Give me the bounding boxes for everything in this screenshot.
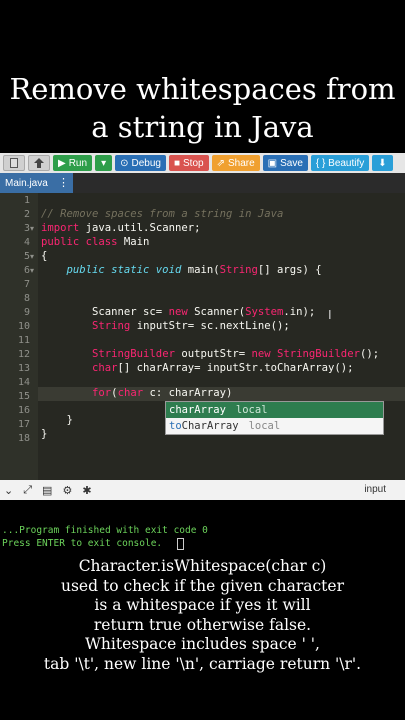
debug-icon: ⊙ xyxy=(120,157,129,169)
code-line-6: public static void main(String[] args) { xyxy=(66,264,322,276)
line-number: 1 xyxy=(23,195,30,206)
upload-icon[interactable] xyxy=(28,155,50,171)
fold-arrow-icon[interactable]: ▾ xyxy=(30,266,34,275)
stop-icon: ■ xyxy=(173,157,180,169)
tab-main-java[interactable]: Main.java ⋮ xyxy=(0,173,73,193)
bug-icon[interactable]: ✱ xyxy=(82,484,91,497)
line-number: 3 xyxy=(23,223,30,234)
share-icon: ⇗ xyxy=(216,157,225,169)
console-line: Press ENTER to exit console. xyxy=(2,538,163,549)
console-output[interactable]: ...Program finished with exit code 0 Pre… xyxy=(0,500,405,555)
fold-arrow-icon[interactable]: ▾ xyxy=(30,252,34,261)
title-line-2: a string in Java xyxy=(91,110,314,144)
fold-arrow-icon[interactable]: ▾ xyxy=(30,224,34,233)
run-label: Run xyxy=(68,157,88,169)
run-options-button[interactable]: ▾ xyxy=(95,155,113,171)
explanation-line: Character.isWhitespace(char c) xyxy=(78,557,327,575)
download-button[interactable]: ⬇ xyxy=(372,155,393,171)
debug-button[interactable]: ⊙ Debug xyxy=(115,155,166,171)
line-number: 15 xyxy=(17,391,30,402)
clear-console-icon[interactable]: ▤ xyxy=(42,484,52,497)
line-number: 16 xyxy=(17,405,30,416)
code-line-18: } xyxy=(41,428,48,440)
code-line-12: StringBuilder outputStr= new StringBuild… xyxy=(92,348,380,360)
file-tab-bar: Main.java ⋮ xyxy=(0,173,405,193)
beautify-button[interactable]: { } Beautify xyxy=(310,155,370,171)
code-line-5: { xyxy=(41,250,48,262)
line-number: 17 xyxy=(17,419,30,430)
line-number: 10 xyxy=(17,321,30,332)
console-cursor xyxy=(177,538,184,550)
tab-filename: Main.java xyxy=(5,177,48,189)
play-icon: ▶ xyxy=(58,157,66,169)
line-number: 6 xyxy=(23,265,30,276)
explanation-text: Character.isWhitespace(char c) used to c… xyxy=(0,557,405,674)
stop-button[interactable]: ■ Stop xyxy=(168,155,209,171)
explanation-line: return true otherwise false. xyxy=(93,615,312,634)
autocomplete-popup[interactable]: charArray local to CharArray local xyxy=(165,401,384,435)
save-label: Save xyxy=(280,157,303,169)
output-toolbar: ⌄ ⤢ ▤ ⚙ ✱ input xyxy=(0,480,405,500)
gear-icon[interactable]: ⚙ xyxy=(62,484,72,497)
autocomplete-item[interactable]: to CharArray local xyxy=(166,418,383,434)
line-number: 7 xyxy=(23,279,30,290)
text-cursor-icon: I xyxy=(328,307,332,322)
autocomplete-meta: local xyxy=(248,420,281,432)
code-line-3: import java.util.Scanner; xyxy=(41,222,201,234)
share-label: Share xyxy=(227,157,255,169)
new-file-icon[interactable] xyxy=(3,155,25,171)
share-button[interactable]: ⇗ Share xyxy=(211,155,260,171)
line-number: 13 xyxy=(17,363,30,374)
save-icon: ▣ xyxy=(267,157,278,169)
code-line-4: public class Main xyxy=(41,236,150,248)
download-icon: ⬇ xyxy=(378,157,387,169)
debug-label: Debug xyxy=(131,157,161,169)
chevron-down-icon[interactable]: ⌄ xyxy=(4,484,13,497)
line-number: 18 xyxy=(17,433,30,444)
video-title: Remove whitespaces from a string in Java xyxy=(0,70,405,146)
code-line-13: char[] charArray= inputStr.toCharArray()… xyxy=(92,362,354,374)
code-line-2: // Remove spaces from a string in Java xyxy=(41,208,284,220)
code-line-9: Scanner sc= new Scanner(System.in); xyxy=(41,306,316,318)
line-number: 14 xyxy=(17,377,30,388)
explanation-line: Whitespace includes space ' ', xyxy=(85,635,320,653)
explanation-line: used to check if the given character xyxy=(61,576,344,595)
code-editor[interactable]: 1 2 3 4 5 6 7 8 9 10 11 12 13 14 15 16 1… xyxy=(0,193,405,480)
line-number: 12 xyxy=(17,349,30,360)
run-button[interactable]: ▶ Run xyxy=(53,155,93,171)
input-label[interactable]: input xyxy=(364,484,386,495)
kebab-menu-icon[interactable]: ⋮ xyxy=(58,176,69,189)
autocomplete-meta: local xyxy=(235,404,268,416)
line-number-gutter: 1 2 3 4 5 6 7 8 9 10 11 12 13 14 15 16 1… xyxy=(0,193,38,480)
line-number: 4 xyxy=(23,237,30,248)
stop-label: Stop xyxy=(183,157,204,169)
code-line-15: for(char c: charArray) xyxy=(92,387,233,399)
console-line: ...Program finished with exit code 0 xyxy=(2,525,208,536)
line-number: 9 xyxy=(23,307,30,318)
chevron-down-icon: ▾ xyxy=(101,157,107,169)
title-line-1: Remove whitespaces from xyxy=(9,72,396,106)
line-number: 5 xyxy=(23,251,30,262)
line-number: 2 xyxy=(23,209,30,220)
code-line-10: String inputStr= sc.nextLine(); xyxy=(92,320,290,332)
explanation-line: tab '\t', new line '\n', carriage return… xyxy=(43,654,362,673)
expand-icon[interactable]: ⤢ xyxy=(23,484,32,497)
line-number: 11 xyxy=(17,335,30,346)
code-line-17: } xyxy=(41,414,73,426)
beautify-label: { } Beautify xyxy=(315,157,365,169)
save-button[interactable]: ▣ Save xyxy=(262,155,308,171)
line-number: 8 xyxy=(23,293,30,304)
autocomplete-item[interactable]: charArray local xyxy=(166,402,383,418)
ide-toolbar: ▶ Run ▾ ⊙ Debug ■ Stop ⇗ Share ▣ Save { … xyxy=(0,153,405,173)
explanation-line: is a whitespace if yes it will xyxy=(94,596,311,614)
